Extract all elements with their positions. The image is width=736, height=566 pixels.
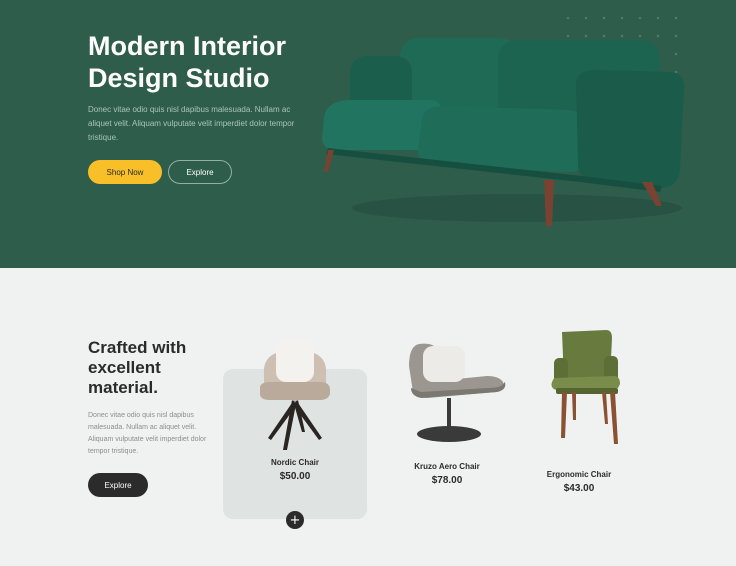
product-card-nordic-chair[interactable]: Nordic Chair $50.00 xyxy=(223,334,367,482)
hero-description: Donec vitae odio quis nisl dapibus males… xyxy=(88,105,295,142)
product-price: $78.00 xyxy=(431,475,463,486)
section-title: Crafted with excellent material. xyxy=(88,338,228,398)
product-price: $43.00 xyxy=(563,483,595,494)
section-title-line-2: excellent xyxy=(88,358,161,377)
section-description: Donec vitae odio quis nisl dapibus males… xyxy=(88,412,207,455)
add-to-cart-button[interactable]: + xyxy=(286,511,304,529)
shop-now-button[interactable]: Shop Now xyxy=(88,160,162,184)
product-name: Ergonomic Chair xyxy=(546,470,612,479)
aero-chair-image xyxy=(409,343,506,442)
ergonomic-chair-image xyxy=(551,330,620,444)
nordic-chair-image xyxy=(260,338,330,450)
section-title-line-1: Crafted with xyxy=(88,338,187,357)
product-price: $50.00 xyxy=(279,471,311,482)
sofa-image xyxy=(322,38,685,226)
product-card-ergonomic-chair[interactable]: Ergonomic Chair $43.00 xyxy=(507,328,651,494)
hero-title-line-1: Modern Interior xyxy=(88,31,287,61)
hero-title-line-2: Design Studio xyxy=(88,63,270,93)
product-name: Nordic Chair xyxy=(270,458,319,467)
section-explore-button[interactable]: Explore xyxy=(88,473,148,497)
hero-section: Modern Interior Design Studio Donec vita… xyxy=(0,0,736,268)
product-card-kruzo-aero-chair[interactable]: Kruzo Aero Chair $78.00 xyxy=(375,336,519,486)
plus-icon: + xyxy=(289,512,301,528)
product-name: Kruzo Aero Chair xyxy=(414,462,480,471)
hero-explore-button[interactable]: Explore xyxy=(168,160,232,184)
section-title-line-3: material. xyxy=(88,378,158,397)
hero-title: Modern Interior Design Studio xyxy=(88,30,328,94)
